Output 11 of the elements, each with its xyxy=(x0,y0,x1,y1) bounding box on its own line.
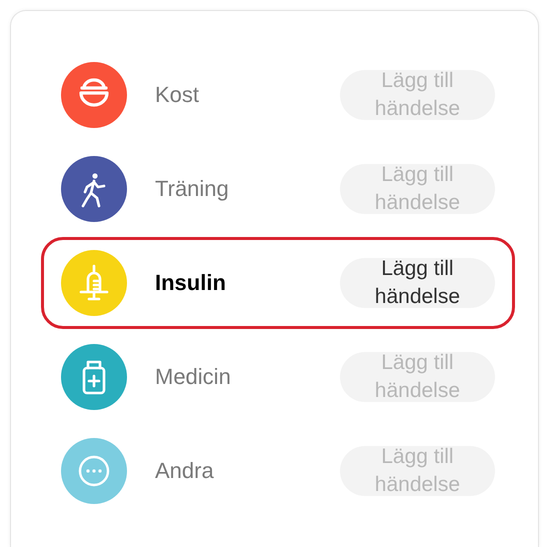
list-row[interactable]: Kost Lägg till händelse xyxy=(41,49,515,141)
add-event-button[interactable]: Lägg till händelse xyxy=(340,258,495,308)
list-row[interactable]: Träning Lägg till händelse xyxy=(41,143,515,235)
category-label: Kost xyxy=(155,82,200,108)
list-row[interactable]: Insulin Lägg till händelse xyxy=(41,237,515,329)
category-label: Insulin xyxy=(155,270,227,296)
list-row[interactable]: Medicin Lägg till händelse xyxy=(41,331,515,423)
list-row[interactable]: Andra Lägg till händelse xyxy=(41,425,515,517)
category-label: Träning xyxy=(155,176,230,202)
category-label: Andra xyxy=(155,458,215,484)
category-label: Medicin xyxy=(155,364,232,390)
